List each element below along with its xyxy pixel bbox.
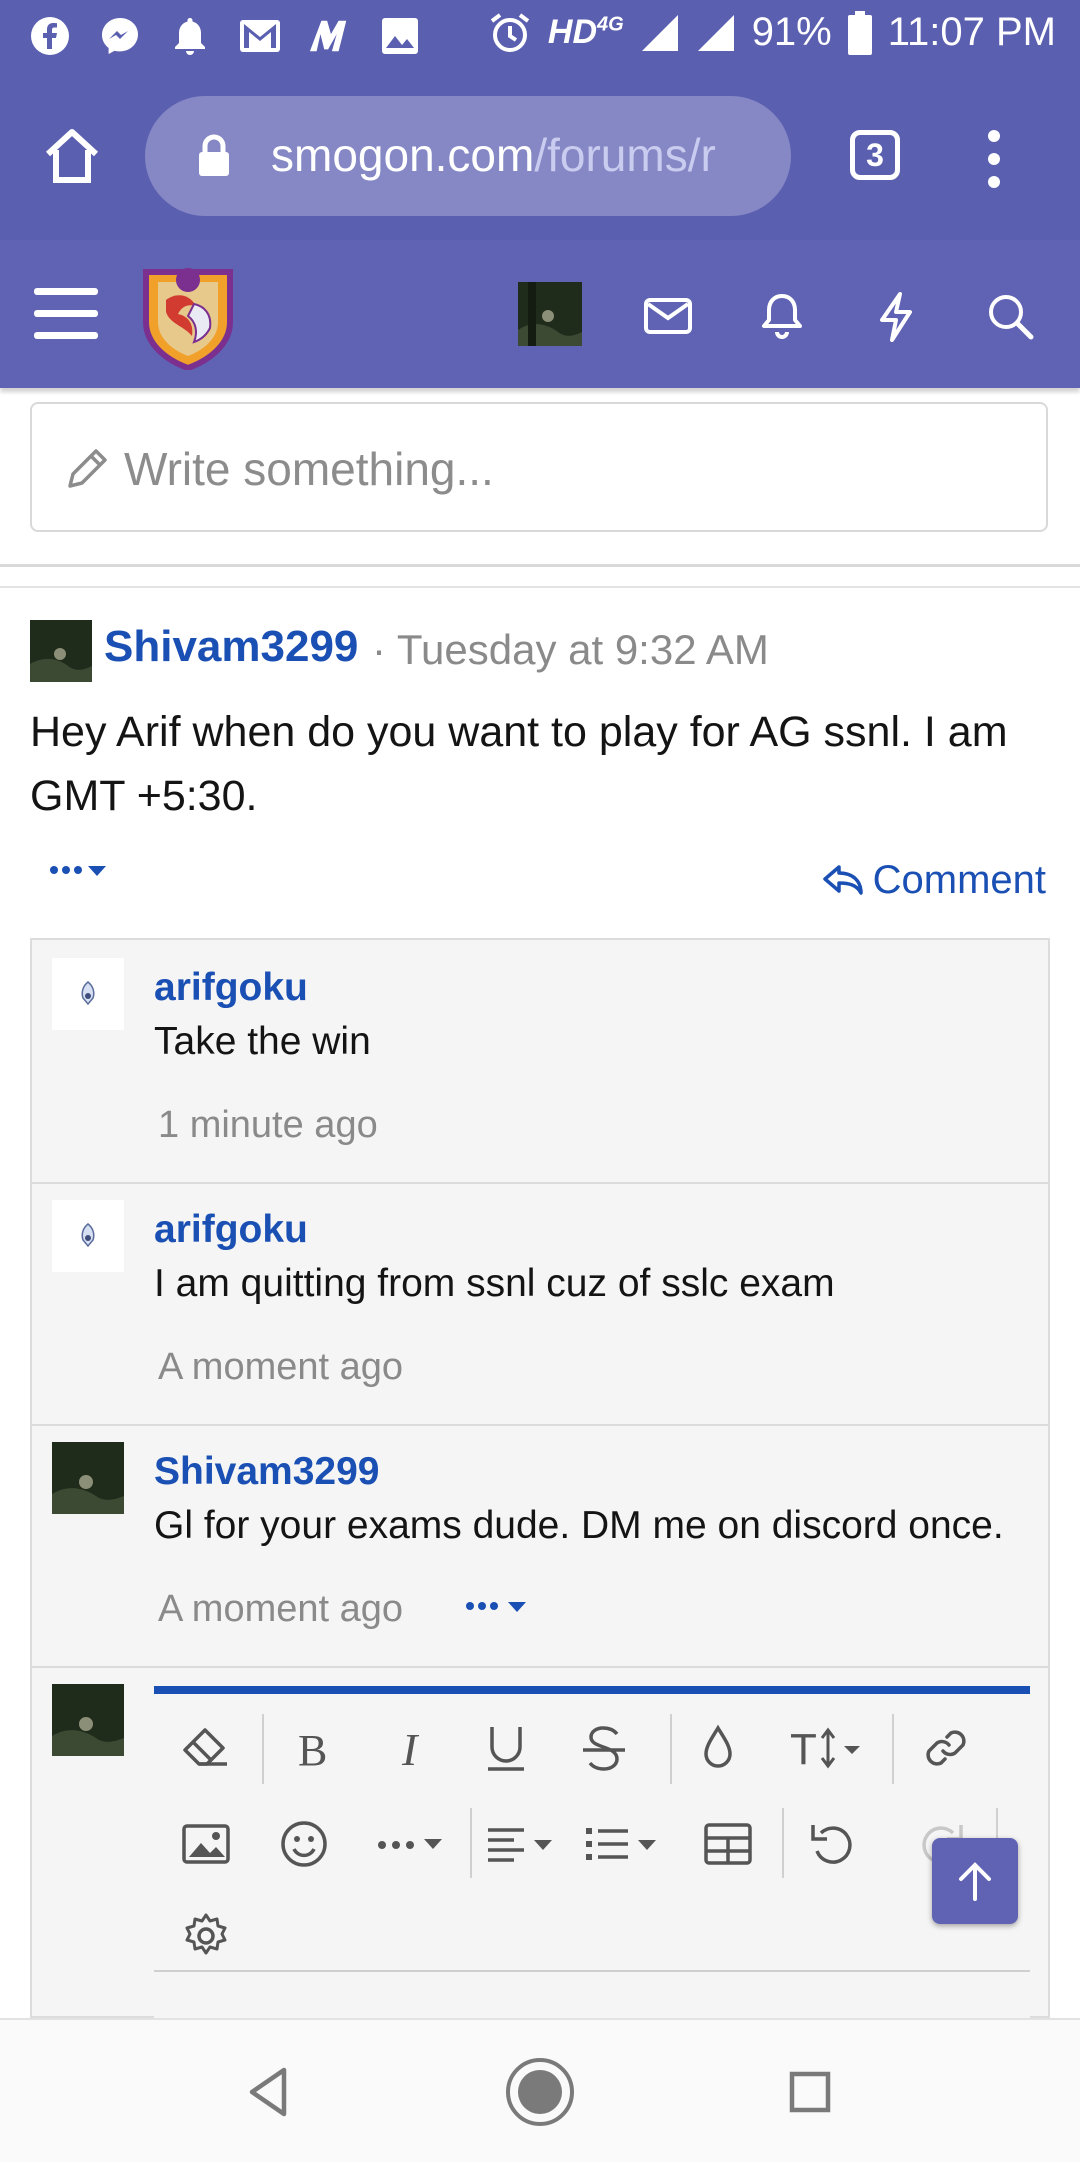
image-icon[interactable] xyxy=(176,1814,236,1874)
editor-content-border xyxy=(154,1970,1030,1972)
commenter-avatar[interactable] xyxy=(52,1442,124,1514)
battery-percent: 91% xyxy=(751,10,832,54)
post-body: Hey Arif when do you want to play for AG… xyxy=(30,708,1008,820)
toolbar-separator xyxy=(262,1714,264,1784)
italic-icon[interactable]: I xyxy=(384,1718,444,1778)
bold-icon[interactable]: B xyxy=(284,1718,344,1778)
undo-icon[interactable] xyxy=(804,1814,864,1874)
comment-timestamp[interactable]: A moment ago xyxy=(158,1346,403,1389)
commenter-name[interactable]: arifgoku xyxy=(154,966,308,1010)
toolbar-separator xyxy=(892,1714,894,1784)
toolbar-separator xyxy=(670,1714,672,1784)
font-size-icon[interactable]: T xyxy=(788,1718,868,1778)
comment-item: arifgoku I am quitting from ssnl cuz of … xyxy=(32,1182,1048,1426)
status-bar: HD4G 91% 11:07 PM xyxy=(0,0,1080,72)
back-icon[interactable] xyxy=(240,2062,300,2122)
current-user-avatar[interactable] xyxy=(52,1684,124,1756)
settings-icon[interactable] xyxy=(176,1906,236,1966)
divider xyxy=(0,564,1080,567)
comment-text: I am quitting from ssnl cuz of sslc exam xyxy=(154,1262,835,1305)
home-nav-icon[interactable] xyxy=(504,2056,576,2128)
reply-editor[interactable]: B I T xyxy=(154,1686,1030,2034)
comment-button[interactable]: Comment xyxy=(821,858,1046,903)
comment-more-menu[interactable] xyxy=(464,1596,534,1620)
browser-toolbar: smogon.com/forums/r 3 xyxy=(0,72,1080,240)
comment-timestamp[interactable]: A moment ago xyxy=(158,1588,403,1631)
alerts-bell-icon[interactable] xyxy=(754,288,810,344)
scroll-to-top-button[interactable] xyxy=(932,1838,1018,1924)
tab-switcher-button[interactable]: 3 xyxy=(850,130,900,180)
more-options-icon[interactable] xyxy=(374,1814,454,1874)
commenter-name[interactable]: Shivam3299 xyxy=(154,1450,380,1494)
table-icon[interactable] xyxy=(698,1814,758,1874)
comment-item: arifgoku Take the win 1 minute ago xyxy=(32,940,1048,1184)
home-icon[interactable] xyxy=(40,124,104,188)
comment-item: Shivam3299 Gl for your exams dude. DM me… xyxy=(32,1424,1048,1668)
smogon-logo[interactable] xyxy=(136,260,240,370)
align-icon[interactable] xyxy=(484,1814,564,1874)
link-icon[interactable] xyxy=(916,1718,976,1778)
post-more-menu[interactable] xyxy=(48,860,108,884)
underline-icon[interactable] xyxy=(476,1718,536,1778)
url-text: smogon.com/forums/r xyxy=(271,129,716,181)
svg-text:I: I xyxy=(401,1725,420,1771)
alarm-icon xyxy=(488,11,532,55)
post-author-avatar[interactable] xyxy=(30,620,92,682)
toolbar-separator xyxy=(470,1808,472,1878)
svg-text:T: T xyxy=(790,1725,817,1772)
comment-label: Comment xyxy=(872,858,1046,902)
network-type: HD4G xyxy=(547,13,624,51)
battery-icon xyxy=(847,10,872,55)
divider xyxy=(0,586,1080,588)
eraser-icon[interactable] xyxy=(176,1718,236,1778)
search-icon[interactable] xyxy=(982,288,1038,344)
lock-icon xyxy=(197,134,231,178)
gallery-icon xyxy=(378,14,422,58)
commenter-avatar[interactable] xyxy=(52,1200,124,1272)
comment-text: Gl for your exams dude. DM me on discord… xyxy=(154,1504,1004,1547)
android-nav-bar xyxy=(0,2018,1080,2162)
smiley-icon[interactable] xyxy=(274,1814,334,1874)
gmail-icon xyxy=(238,14,282,58)
commenter-avatar[interactable] xyxy=(52,958,124,1030)
comment-text: Take the win xyxy=(154,1020,371,1063)
list-icon[interactable] xyxy=(584,1814,664,1874)
post-author-name[interactable]: Shivam3299 xyxy=(104,622,358,672)
reply-arrow-icon xyxy=(821,861,865,901)
user-avatar[interactable] xyxy=(518,282,582,346)
post-time-text: Tuesday at 9:32 AM xyxy=(396,626,769,673)
whats-new-bolt-icon[interactable] xyxy=(868,288,924,344)
clock: 11:07 PM xyxy=(887,10,1056,54)
toolbar-separator xyxy=(782,1808,784,1878)
svg-text:B: B xyxy=(298,1726,327,1771)
strikethrough-icon[interactable] xyxy=(574,1718,634,1778)
comments-list: arifgoku Take the win 1 minute ago arifg… xyxy=(30,938,1050,2034)
arrow-up-icon xyxy=(955,1859,995,1903)
notification-bell-icon xyxy=(168,14,212,58)
comment-timestamp[interactable]: 1 minute ago xyxy=(158,1104,378,1147)
recents-icon[interactable] xyxy=(780,2062,840,2122)
url-bar[interactable]: smogon.com/forums/r xyxy=(145,96,791,216)
app-m-icon xyxy=(308,14,352,58)
hamburger-menu-icon[interactable] xyxy=(34,286,98,342)
inbox-icon[interactable] xyxy=(640,288,696,344)
write-something-input[interactable]: Write something... xyxy=(30,402,1048,532)
signal-icon-2 xyxy=(696,13,736,53)
signal-icon xyxy=(640,13,680,53)
post-timestamp[interactable]: · Tuesday at 9:32 AM xyxy=(372,626,769,674)
pencil-icon xyxy=(62,444,112,494)
site-header xyxy=(0,240,1080,388)
overflow-menu-icon[interactable] xyxy=(982,124,1006,194)
messenger-icon xyxy=(98,14,142,58)
write-something-placeholder: Write something... xyxy=(124,443,494,495)
post-separator: · xyxy=(372,626,386,673)
facebook-icon xyxy=(28,14,72,58)
commenter-name[interactable]: arifgoku xyxy=(154,1208,308,1252)
text-color-icon[interactable] xyxy=(688,1718,748,1778)
